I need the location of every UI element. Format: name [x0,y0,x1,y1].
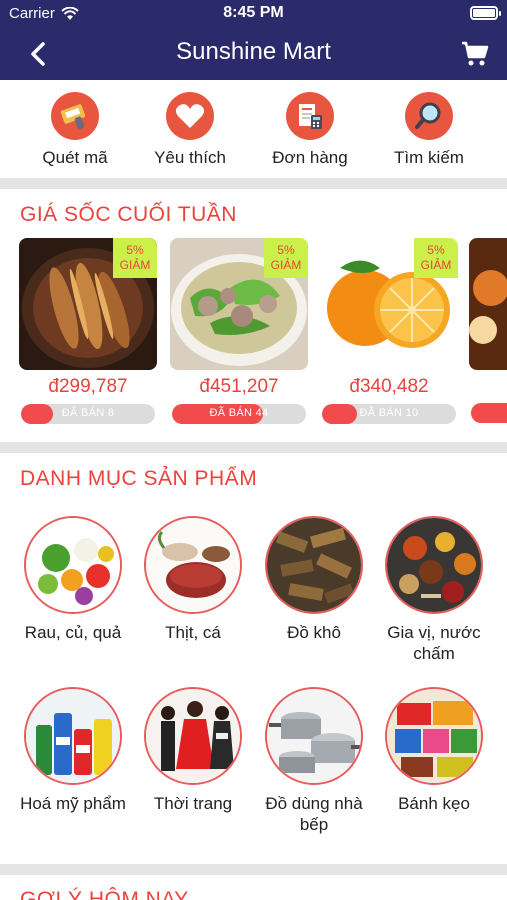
category-cookware[interactable]: Đồ dùng nhà bếp [254,687,374,835]
category-image [385,516,483,614]
app-header: Carrier 8:45 PM Sunshine Mart [0,0,507,80]
flash-sale-item[interactable]: 5% GIẢM đ451,207 ĐÃ BÁN 44 [170,238,308,424]
category-meat-fish[interactable]: Thịt, cá [133,516,253,643]
product-price: đ340,482 [349,376,429,397]
discount-badge: 5% GIẢM [414,238,458,278]
discount-badge: 5% GIẢM [264,238,308,278]
category-image [24,687,122,785]
sold-progress: ĐÃ BÁN 10 [322,404,456,424]
section-divider [0,178,507,189]
discount-badge: 5% GIẢM [113,238,157,278]
section-divider [0,442,507,453]
quick-action-label: Yêu thích [154,148,226,167]
receipt-calculator-icon [286,92,334,140]
category-snacks[interactable]: Bánh kẹo [374,687,494,814]
sold-progress: ĐÃ BÁN 8 [21,404,155,424]
quick-action-label: Tìm kiếm [394,148,464,167]
quick-action-scan[interactable]: Quét mã [15,92,135,168]
product-image-oranges: 5% GIẢM [320,238,458,370]
quick-action-favorites[interactable]: Yêu thích [130,92,250,168]
category-image [144,687,242,785]
category-image [24,516,122,614]
status-bar: Carrier 8:45 PM [0,0,507,28]
category-fashion[interactable]: Thời trang [133,687,253,814]
heart-icon [166,92,214,140]
category-image [144,516,242,614]
cart-button[interactable] [457,36,493,72]
product-image-meatball-soup: 5% GIẢM [170,238,308,370]
quick-action-search[interactable]: Tìm kiếm [369,92,489,168]
product-image-braised-fish: 5% GIẢM [19,238,157,370]
page-title: Sunshine Mart [176,38,331,65]
barcode-scanner-icon [51,92,99,140]
quick-action-orders[interactable]: Đơn hàng [250,92,370,168]
nav-bar: Sunshine Mart [0,28,507,80]
category-name: Bánh kẹo [398,794,470,813]
category-image [265,516,363,614]
sold-count: ĐÃ BÁN 10 [359,407,419,419]
flash-sale-item[interactable]: 5% GIẢM đ299,787 ĐÃ BÁN 8 [19,238,157,424]
category-vegetables[interactable]: Rau, củ, quả [13,516,133,643]
sold-progress-peek [471,403,507,423]
category-dried-food[interactable]: Đồ khô [254,516,374,643]
shopping-cart-icon [462,41,489,66]
sold-count: ĐÃ BÁN 44 [209,407,269,419]
categories-title: DANH MỤC SẢN PHẨM [20,467,258,490]
magnifier-icon [405,92,453,140]
flash-sale-item-peek[interactable] [469,238,507,370]
sold-progress: ĐÃ BÁN 44 [172,404,306,424]
category-image [265,687,363,785]
quick-actions: Quét mã Yêu thích Đơn hàng Tìm kiếm [0,80,507,178]
category-name: Đồ khô [287,623,341,642]
flash-sale-title: GIÁ SỐC CUỐI TUẦN [20,203,237,226]
category-name: Đồ dùng nhà bếp [265,794,363,834]
section-divider [0,864,507,875]
category-name: Thịt, cá [165,623,221,642]
category-name: Rau, củ, quả [24,623,122,642]
product-price: đ451,207 [199,376,279,397]
battery-icon [470,6,501,20]
category-name: Gia vị, nước chấm [387,623,481,663]
quick-action-label: Đơn hàng [272,148,348,167]
suggestions-title: GỢI Ý HÔM NAY [20,888,189,900]
flash-sale-item[interactable]: 5% GIẢM đ340,482 ĐÃ BÁN 10 [320,238,458,424]
category-spices[interactable]: Gia vị, nước chấm [374,516,494,664]
category-detergents[interactable]: Hoá mỹ phẩm [13,687,133,814]
category-name: Hoá mỹ phẩm [20,794,126,813]
category-image [385,687,483,785]
status-time: 8:45 PM [223,4,284,21]
product-price: đ299,787 [48,376,128,397]
category-name: Thời trang [153,794,233,813]
sold-count: ĐÃ BÁN 8 [61,407,115,419]
quick-action-label: Quét mã [42,148,108,167]
